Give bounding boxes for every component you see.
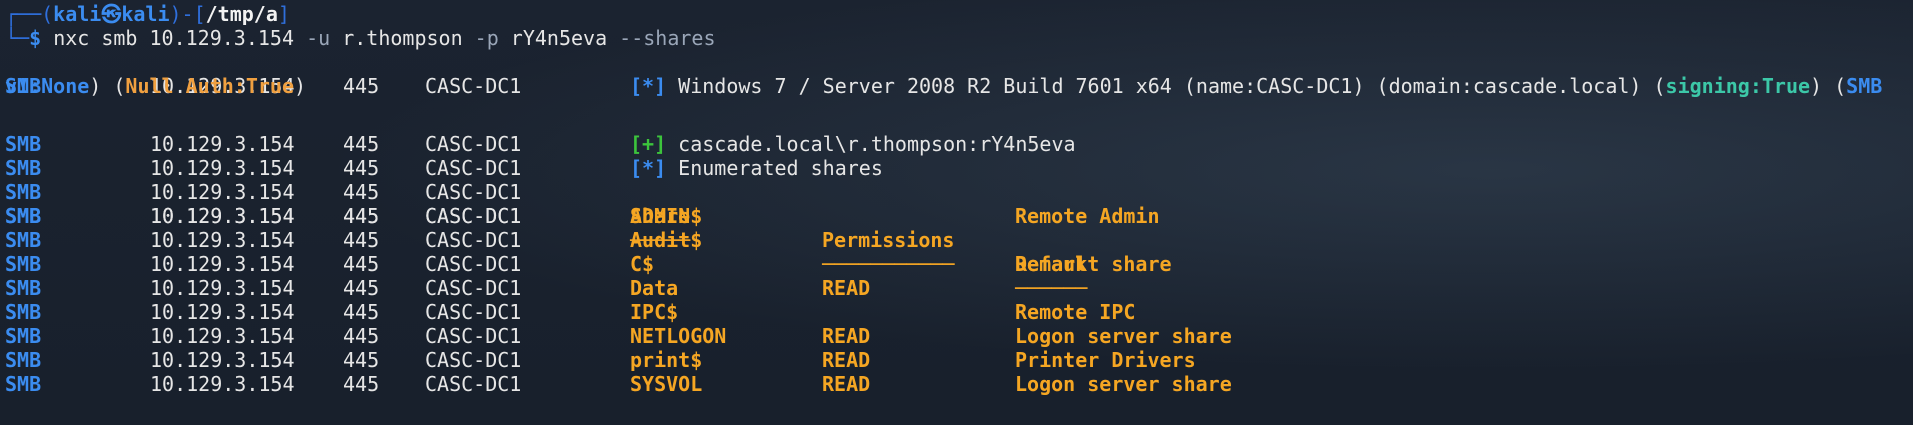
host: CASC-DC1 — [425, 252, 522, 276]
prompt-path: /tmp/a — [205, 2, 278, 26]
cmd-p-flag: -p — [474, 26, 499, 50]
cmd-shares-flag: --shares — [619, 26, 716, 50]
command-line: └─$ nxc smb 10.129.3.154 -u r.thompson -… — [5, 26, 1913, 50]
smbv1-b: v1:None — [5, 74, 90, 98]
output-line-enum: SMB 10.129.3.154 445 CASC-DC1 [*] Enumerated… — [5, 132, 1913, 180]
share-permission: READ — [822, 324, 871, 348]
share-row: SMB 10.129.3.154 445 CASC-DC1 SYSVOL READ Logo… — [5, 372, 1913, 396]
share-permission: READ — [822, 372, 871, 396]
port: 445 — [343, 300, 380, 324]
share-remark: Remote IPC — [1015, 300, 1136, 324]
share-row: SMB 10.129.3.154 445 CASC-DC1 C$ Default shar… — [5, 252, 1913, 276]
proto: SMB — [5, 228, 42, 252]
prompt-dollar: $ — [29, 26, 54, 50]
prompt-close: ] — [277, 2, 290, 26]
ip: 10.129.3.154 — [150, 228, 295, 252]
port: 445 — [343, 372, 380, 396]
ip: 10.129.3.154 — [150, 324, 295, 348]
share-row: SMB 10.129.3.154 445 CASC-DC1 IPC$ Remote IPC — [5, 300, 1913, 324]
share-row: SMB 10.129.3.154 445 CASC-DC1 Data READ — [5, 276, 1913, 300]
share-name: C$ — [630, 252, 655, 276]
share-remark: Remote Admin — [1015, 204, 1160, 228]
share-permission: READ — [822, 276, 871, 300]
prompt-box-top: ┌──( — [5, 2, 54, 26]
host: CASC-DC1 — [425, 204, 522, 228]
ip: 10.129.3.154 — [150, 204, 295, 228]
cmd-pass: rY4n5eva — [498, 26, 620, 50]
share-remark: Printer Drivers — [1015, 348, 1196, 372]
shares-table: SMB 10.129.3.154 445 CASC-DC1 ADMIN$ Remote A… — [5, 204, 1913, 396]
share-row: SMB 10.129.3.154 445 CASC-DC1 print$ READ Prin… — [5, 348, 1913, 372]
output-line-auth: SMB 10.129.3.154 445 CASC-DC1 [+] cascade.lo… — [5, 108, 1913, 156]
output-line-info-cont: v1:None) (Null Auth:True) — [5, 74, 1913, 98]
cmd-nxc: nxc smb 10.129.3.154 — [53, 26, 307, 50]
ip: 10.129.3.154 — [150, 252, 295, 276]
port: 445 — [343, 252, 380, 276]
ip: 10.129.3.154 — [150, 300, 295, 324]
share-name: NETLOGON — [630, 324, 727, 348]
prompt-box-bottom: └─ — [5, 26, 30, 50]
prompt-line: ┌──(kali㉿kali)-[/tmp/a] — [5, 2, 1913, 26]
share-name: IPC$ — [630, 300, 679, 324]
host: CASC-DC1 — [425, 300, 522, 324]
shares-header-underline: SMB 10.129.3.154 445 CASC-DC1 ───── ───────… — [5, 180, 1913, 300]
ip: 10.129.3.154 — [150, 276, 295, 300]
proto: SMB — [5, 348, 42, 372]
share-name: SYSVOL — [630, 372, 703, 396]
host: CASC-DC1 — [425, 324, 522, 348]
ip: 10.129.3.154 — [150, 372, 295, 396]
share-name: Data — [630, 276, 679, 300]
output-line-info: SMB 10.129.3.154 445 CASC-DC1 [*] Windows 7 … — [5, 50, 1913, 98]
ip: 10.129.3.154 — [150, 348, 295, 372]
proto: SMB — [5, 276, 42, 300]
terminal-output[interactable]: ┌──(kali㉿kali)-[/tmp/a] └─$ nxc smb 10.1… — [5, 2, 1913, 396]
share-permission: READ — [822, 348, 871, 372]
share-row: SMB 10.129.3.154 445 CASC-DC1 ADMIN$ Remote A… — [5, 204, 1913, 228]
share-name: Audit$ — [630, 228, 703, 252]
shares-header: SMB 10.129.3.154 445 CASC-DC1 Share Permiss… — [5, 156, 1913, 276]
proto: SMB — [5, 252, 42, 276]
share-remark: Default share — [1015, 252, 1172, 276]
host: CASC-DC1 — [425, 276, 522, 300]
proto: SMB — [5, 300, 42, 324]
share-remark: Logon server share — [1015, 324, 1232, 348]
proto: SMB — [5, 372, 42, 396]
host: CASC-DC1 — [425, 348, 522, 372]
proto: SMB — [5, 204, 42, 228]
share-row: SMB 10.129.3.154 445 CASC-DC1 NETLOGON READ Lo… — [5, 324, 1913, 348]
port: 445 — [343, 348, 380, 372]
null-auth-value: Null Auth:True — [125, 74, 294, 98]
cmd-user: r.thompson — [330, 26, 475, 50]
prompt-user: kali㉿kali — [53, 2, 170, 26]
host: CASC-DC1 — [425, 372, 522, 396]
proto: SMB — [5, 324, 42, 348]
host: CASC-DC1 — [425, 228, 522, 252]
share-row: SMB 10.129.3.154 445 CASC-DC1 Audit$ — [5, 228, 1913, 252]
share-name: ADMIN$ — [630, 204, 703, 228]
port: 445 — [343, 204, 380, 228]
info-close: ) ( — [89, 74, 126, 98]
port: 445 — [343, 276, 380, 300]
prompt-sep: )-[ — [169, 2, 206, 26]
cmd-u-flag: -u — [306, 26, 331, 50]
info-end: ) — [294, 74, 307, 98]
port: 445 — [343, 228, 380, 252]
share-remark: Logon server share — [1015, 372, 1232, 396]
port: 445 — [343, 324, 380, 348]
share-name: print$ — [630, 348, 703, 372]
